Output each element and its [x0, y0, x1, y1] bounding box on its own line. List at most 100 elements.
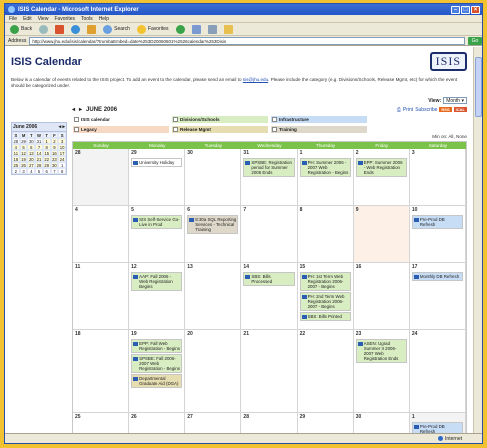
legend-checkbox[interactable]: [74, 117, 79, 122]
day-cell[interactable]: 1 PH: Summer 2006 - 2007 Web Registration…: [297, 149, 354, 206]
legend-item[interactable]: Release Mgmt: [171, 125, 269, 134]
search-button[interactable]: Search: [101, 24, 132, 34]
day-cell[interactable]: 9: [353, 206, 410, 263]
calendar-event[interactable]: PH: 1st Term Web Registration 2006-2007 …: [299, 272, 351, 291]
mini-date[interactable]: 7: [50, 168, 59, 174]
mini-calendar-nav[interactable]: ◂ ▸: [59, 124, 65, 130]
print-button[interactable]: [206, 24, 219, 34]
calendar-event[interactable]: PH: Summer 2006 - 2007 Web Registration …: [299, 158, 351, 177]
mini-date[interactable]: 3: [19, 168, 28, 174]
day-cell[interactable]: 18: [73, 330, 130, 413]
calendar-event[interactable]: PH: 2nd Term Web Registration 2006-2007 …: [299, 292, 351, 311]
day-cell[interactable]: 21: [241, 330, 298, 413]
day-cell[interactable]: 10 Pre-Prod DB Refresh: [409, 206, 466, 263]
calendar-event[interactable]: Monthly DB Refresh: [411, 272, 463, 281]
calendar-event[interactable]: SPSBE: Registration period for Summer 20…: [243, 158, 295, 177]
next-month-icon[interactable]: ▸: [79, 106, 82, 113]
legend-item[interactable]: [369, 115, 467, 119]
close-button[interactable]: ×: [471, 5, 480, 14]
mini-date[interactable]: 2: [12, 168, 20, 174]
legend-checkbox[interactable]: [272, 127, 277, 132]
calendar-event[interactable]: 8:30a SQL Reporting Services - Technical…: [187, 215, 239, 234]
mail-button[interactable]: [190, 24, 203, 34]
event-title: Monthly DB Refresh: [419, 274, 460, 279]
day-cell[interactable]: 7: [241, 206, 298, 263]
legend-item[interactable]: ISIS calendar: [72, 115, 170, 124]
menu-tools[interactable]: Tools: [81, 16, 93, 22]
calendar-event[interactable]: SBS: Bills Processed: [243, 272, 295, 286]
day-cell[interactable]: 19 EPP: Fall Web Registration - Begins SPS…: [129, 330, 186, 413]
menu-view[interactable]: View: [38, 16, 49, 22]
legend-item[interactable]: Divisions/Schools: [171, 115, 269, 124]
forward-button[interactable]: [37, 24, 50, 34]
history-button[interactable]: [174, 24, 187, 34]
day-cell[interactable]: 29 University Holiday: [129, 149, 186, 206]
menu-favorites[interactable]: Favorites: [54, 16, 75, 22]
maximize-button[interactable]: □: [461, 5, 470, 14]
mini-date[interactable]: 8: [58, 168, 66, 174]
day-cell[interactable]: 23 ASEN: Ugrad Summer II 2006-2007 Web Re…: [353, 330, 410, 413]
legend-checkbox[interactable]: [74, 127, 79, 132]
menu-file[interactable]: File: [9, 16, 17, 22]
calendar-event[interactable]: Departmental Graduate Aid (DGA): [131, 374, 183, 388]
view-select[interactable]: Month ▾: [443, 97, 467, 104]
status-bar: Internet: [5, 433, 482, 443]
day-cell[interactable]: 11: [73, 263, 130, 330]
mini-date[interactable]: 4: [27, 168, 36, 174]
legend-checkbox[interactable]: [173, 127, 178, 132]
day-cell[interactable]: 15 PH: 1st Term Web Registration 2006-200…: [297, 263, 354, 330]
calendar-event[interactable]: EPP: Summer 2006 - Web Registration Ends: [355, 158, 407, 177]
day-cell[interactable]: 24: [409, 330, 466, 413]
calendar-event[interactable]: EPP: Fall Web Registration - Begins: [131, 339, 183, 353]
day-cell[interactable]: 14 SBS: Bills Processed: [241, 263, 298, 330]
day-cell[interactable]: 16: [353, 263, 410, 330]
stop-button[interactable]: [53, 24, 66, 34]
day-cell[interactable]: 13: [185, 263, 242, 330]
ical-button[interactable]: ICAL: [453, 107, 467, 112]
calendar-event[interactable]: SIS Self-Service Go-Live in Prod: [131, 215, 183, 229]
calendar-event[interactable]: ASEN: Ugrad Summer II 2006-2007 Web Regi…: [355, 339, 407, 363]
legend-checkbox[interactable]: [173, 117, 178, 122]
calendar-event[interactable]: SBS: Bills Printed: [299, 312, 351, 321]
legend-checkbox[interactable]: [272, 117, 277, 122]
day-cell[interactable]: 28: [73, 149, 130, 206]
back-button[interactable]: Back: [8, 24, 34, 34]
day-cell[interactable]: 2 EPP: Summer 2006 - Web Registration End…: [353, 149, 410, 206]
menu-help[interactable]: Help: [99, 16, 109, 22]
day-cell[interactable]: 12 AAP: Fall 2006 - Web Registration Begi…: [129, 263, 186, 330]
prev-month-icon[interactable]: ◂: [72, 106, 75, 113]
legend-item[interactable]: Legacy: [72, 125, 170, 134]
calendar-event[interactable]: SPSBE: Fall 2006-2007 Web Registration -…: [131, 354, 183, 373]
address-input[interactable]: http://www.jhu.edu/isis/calendar/?trumba…: [29, 36, 465, 45]
favorites-button[interactable]: Favorites: [135, 24, 171, 34]
day-cell[interactable]: 6 8:30a SQL Reporting Services - Technica…: [185, 206, 242, 263]
day-cell[interactable]: 5 SIS Self-Service Go-Live in Prod: [129, 206, 186, 263]
minimize-button[interactable]: –: [451, 5, 460, 14]
day-cell[interactable]: 3: [409, 149, 466, 206]
home-button[interactable]: [85, 24, 98, 34]
rss-button[interactable]: RSS: [439, 107, 452, 112]
mini-date[interactable]: 5: [35, 168, 43, 174]
legend-item[interactable]: Infrastructure: [270, 115, 368, 124]
subscribe-link[interactable]: Subscribe: [415, 107, 437, 113]
day-cell[interactable]: 17 Monthly DB Refresh: [409, 263, 466, 330]
print-link[interactable]: Print: [403, 107, 413, 113]
email-link[interactable]: sis@jhu.edu: [243, 77, 268, 82]
folder-button[interactable]: [222, 24, 235, 34]
legend-item[interactable]: Training: [270, 125, 368, 134]
day-cell[interactable]: 22: [297, 330, 354, 413]
day-cell[interactable]: 31 SPSBE: Registration period for Summer …: [241, 149, 298, 206]
refresh-button[interactable]: [69, 24, 82, 34]
day-cell[interactable]: 20: [185, 330, 242, 413]
mini-date[interactable]: 6: [42, 168, 51, 174]
vertical-scrollbar[interactable]: [473, 47, 482, 433]
day-cell[interactable]: 8: [297, 206, 354, 263]
day-cell[interactable]: 30: [185, 149, 242, 206]
scroll-thumb[interactable]: [475, 57, 482, 117]
day-cell[interactable]: 4: [73, 206, 130, 263]
go-button[interactable]: Go: [468, 36, 482, 45]
menu-edit[interactable]: Edit: [23, 16, 32, 22]
calendar-event[interactable]: AAP: Fall 2006 - Web Registration Begins: [131, 272, 183, 291]
calendar-event[interactable]: Pre-Prod DB Refresh: [411, 215, 463, 229]
calendar-event[interactable]: University Holiday: [131, 158, 183, 167]
